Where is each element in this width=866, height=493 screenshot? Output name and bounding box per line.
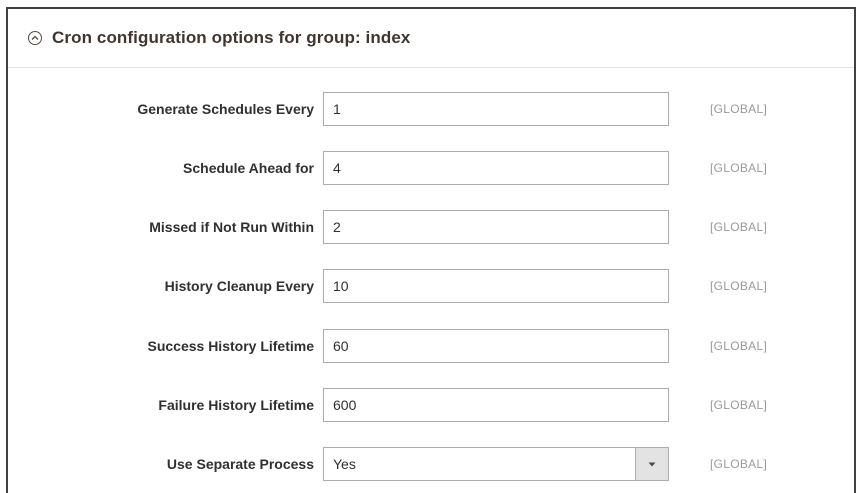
field-row-failure-history: Failure History Lifetime [GLOBAL] [8,388,854,422]
history-cleanup-every-input[interactable] [323,269,669,303]
generate-schedules-every-input[interactable] [323,92,669,126]
schedule-ahead-for-input[interactable] [323,151,669,185]
field-row-success-history: Success History Lifetime [GLOBAL] [8,329,854,363]
field-label: History Cleanup Every [164,278,314,294]
field-label: Success History Lifetime [147,338,314,354]
scope-label: [GLOBAL] [710,161,768,175]
missed-if-not-run-within-input[interactable] [323,210,669,244]
scope-label: [GLOBAL] [710,220,768,234]
select-value: Yes [333,456,356,472]
field-row-schedule-ahead: Schedule Ahead for [GLOBAL] [8,151,854,185]
scope-label: [GLOBAL] [710,398,768,412]
field-label: Generate Schedules Every [137,101,314,117]
scope-label: [GLOBAL] [710,102,768,116]
select-dropdown-button[interactable] [635,448,668,480]
caret-down-icon [648,462,656,466]
chevron-up-circle-icon [28,31,42,45]
field-row-generate-schedules: Generate Schedules Every [GLOBAL] [8,92,854,126]
scope-label: [GLOBAL] [710,279,768,293]
field-row-use-separate-process: Use Separate Process Yes [GLOBAL] [8,447,854,481]
field-row-history-cleanup: History Cleanup Every [GLOBAL] [8,269,854,303]
use-separate-process-select[interactable]: Yes [323,447,669,481]
field-label: Missed if Not Run Within [149,219,314,235]
scope-label: [GLOBAL] [710,339,768,353]
field-row-missed-if-not-run: Missed if Not Run Within [GLOBAL] [8,210,854,244]
section-divider [8,67,854,68]
section-title: Cron configuration options for group: in… [52,28,411,47]
scope-label: [GLOBAL] [710,457,768,471]
field-label: Use Separate Process [166,456,314,472]
cron-config-panel: Cron configuration options for group: in… [6,7,856,493]
success-history-lifetime-input[interactable] [323,329,669,363]
field-label: Failure History Lifetime [158,397,314,413]
field-label: Schedule Ahead for [183,160,314,176]
failure-history-lifetime-input[interactable] [323,388,669,422]
section-header-toggle[interactable]: Cron configuration options for group: in… [28,28,410,48]
